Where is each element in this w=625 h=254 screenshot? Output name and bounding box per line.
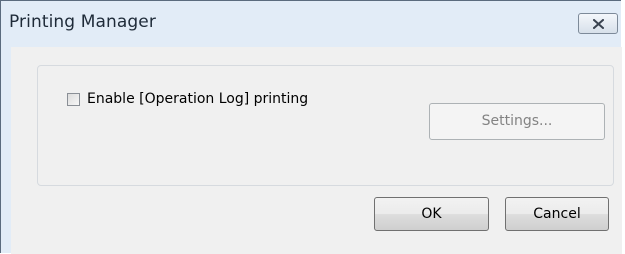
title-bar[interactable]: Printing Manager [1,1,621,47]
printing-manager-dialog: Printing Manager Enable [Operation Log] … [0,0,622,254]
enable-operation-log-checkbox[interactable] [67,92,80,106]
close-icon [593,19,604,29]
dialog-title: Printing Manager [9,12,156,32]
dialog-body: Enable [Operation Log] printing Settings… [11,47,622,254]
ok-button[interactable]: OK [374,197,489,231]
options-group: Enable [Operation Log] printing Settings… [37,65,614,186]
settings-button[interactable]: Settings... [429,103,605,140]
cancel-button[interactable]: Cancel [505,197,609,231]
enable-operation-log-label[interactable]: Enable [Operation Log] printing [87,91,308,107]
close-button[interactable] [578,13,618,34]
enable-operation-log-option[interactable]: Enable [Operation Log] printing [67,91,308,107]
